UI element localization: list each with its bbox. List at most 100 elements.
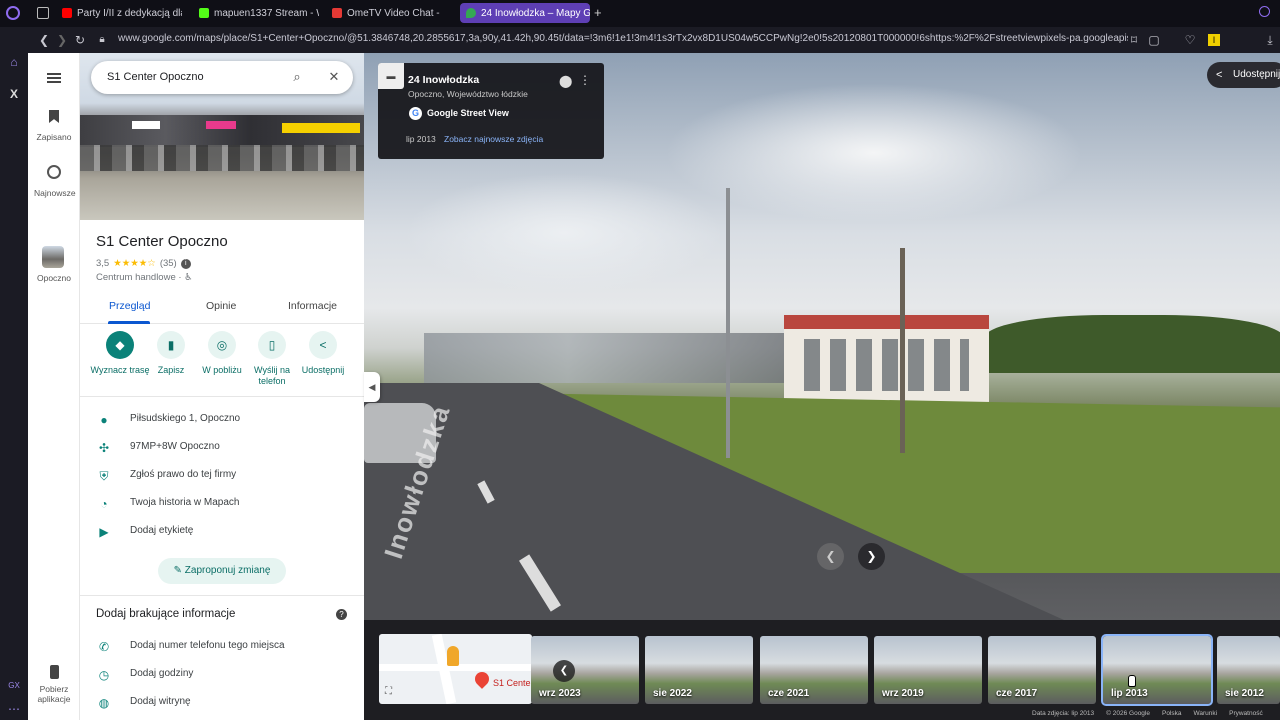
get-app-label[interactable]: Pobierz aplikacje xyxy=(28,684,80,704)
parked-cars xyxy=(80,145,364,171)
street-view-provider: Google Street View xyxy=(427,108,509,118)
history-thumbnail-selected[interactable]: lip 2013 xyxy=(1101,634,1213,706)
footer-terms[interactable]: Warunki xyxy=(1194,710,1218,720)
add-website-row[interactable]: ◍ Dodaj witrynę xyxy=(80,689,364,717)
forward-button[interactable]: ❯ xyxy=(54,32,70,48)
search-box[interactable]: S1 Center Opoczno ⌕ ✕ xyxy=(91,61,353,94)
extensions-icon[interactable]: GX xyxy=(7,679,21,693)
recent-place-label[interactable]: Opoczno xyxy=(28,273,80,283)
extension-icon[interactable]: l xyxy=(1208,34,1220,46)
new-tab-button[interactable]: + xyxy=(594,5,602,20)
snapshot-icon[interactable]: ▢ xyxy=(1146,32,1162,48)
suggest-edit-label: Zaproponuj zmianę xyxy=(184,565,271,576)
history-icon[interactable] xyxy=(47,165,61,179)
next-arrow-button[interactable]: ❯ xyxy=(858,543,885,570)
saved-bookmark-icon[interactable] xyxy=(49,110,59,123)
close-icon[interactable]: ✕ xyxy=(326,69,342,85)
add-label-row[interactable]: ▶ Dodaj etykietę xyxy=(80,518,364,546)
location-pin-icon[interactable]: ⬤ xyxy=(559,74,572,88)
previous-arrow-button[interactable]: ❮ xyxy=(817,543,844,570)
history-thumbnail[interactable]: wrz 2019 xyxy=(874,636,982,704)
tab-overview[interactable]: Przegląd xyxy=(109,300,150,312)
footer-country[interactable]: Polska xyxy=(1162,710,1182,720)
tab-reviews[interactable]: Opinie xyxy=(206,300,236,312)
bookmark-icon: ▮ xyxy=(157,331,185,359)
tab-info[interactable]: Informacje xyxy=(288,300,337,312)
help-icon[interactable]: ? xyxy=(336,609,347,620)
search-input[interactable]: S1 Center Opoczno xyxy=(107,71,204,83)
recent-place-thumbnail[interactable] xyxy=(42,246,64,268)
history-thumbnail[interactable]: cze 2017 xyxy=(988,636,1096,704)
pegman-icon[interactable] xyxy=(447,646,459,666)
history-thumbnail[interactable]: sie 2012 xyxy=(1217,636,1280,704)
plus-code-icon: ✣ xyxy=(98,441,110,455)
street-view-share-button[interactable]: < Udostępnij xyxy=(1207,62,1280,88)
opera-sidebar: ⌂ X GX ⋯ xyxy=(0,27,28,720)
download-icon[interactable]: ⤓ xyxy=(1262,32,1278,48)
tab-overview-icon[interactable] xyxy=(37,7,49,19)
utility-pole xyxy=(900,248,905,453)
more-icon[interactable]: ⋯ xyxy=(7,702,21,716)
pluscode-row[interactable]: ✣ 97MP+8W Opoczno xyxy=(80,434,364,462)
info-icon[interactable]: i xyxy=(180,258,191,269)
browser-tab-maps[interactable]: 24 Inowłodzka – Mapy Go xyxy=(460,3,590,23)
expand-icon[interactable]: ⛶ xyxy=(385,686,392,697)
distant-buildings xyxy=(424,333,784,383)
place-tabs: Przegląd Opinie Informacje xyxy=(80,294,364,324)
address-row[interactable]: ● Piłsudskiego 1, Opoczno xyxy=(80,406,364,434)
see-newest-photos-link[interactable]: Zobacz najnowsze zdjęcia xyxy=(444,134,543,144)
capture-date: lip 2013 xyxy=(406,134,436,144)
add-phone-row[interactable]: ✆ Dodaj numer telefonu tego miejsca xyxy=(80,633,364,661)
rating-row[interactable]: 3,5 ★★★★☆ (35) i xyxy=(96,258,191,269)
share-button[interactable]: < Udostępnij xyxy=(293,331,353,376)
share-icon: < xyxy=(309,331,337,359)
store-sign xyxy=(132,121,160,129)
clock-icon: ◷ xyxy=(98,668,110,682)
browser-tab-ometv[interactable]: OmeTV Video Chat - xyxy=(326,3,452,23)
more-options-icon[interactable]: ⋮ xyxy=(579,73,591,87)
reload-button[interactable]: ↻ xyxy=(72,32,88,48)
search-icon[interactable]: ⌕ xyxy=(289,69,305,85)
collapse-panel-button[interactable]: ◀ xyxy=(364,372,380,402)
history-thumbnail[interactable]: sie 2022 xyxy=(645,636,753,704)
add-hours-row[interactable]: ◷ Dodaj godziny xyxy=(80,661,364,689)
suggest-edit-button[interactable]: ✎ Zaproponuj zmianę xyxy=(158,558,286,584)
x-twitter-icon[interactable]: X xyxy=(7,87,21,101)
shield-icon: ⛨ xyxy=(99,469,109,483)
location-pin-icon: ● xyxy=(100,413,108,427)
history-thumbnail[interactable]: wrz 2023 xyxy=(531,636,639,704)
recent-label[interactable]: Najnowsze xyxy=(28,188,80,198)
scroll-thumbnails-left-button[interactable]: ❮ xyxy=(553,660,575,682)
heart-icon[interactable]: ♡ xyxy=(1182,32,1198,48)
footer-photo-date: Data zdjęcia: lip 2013 xyxy=(1032,710,1095,717)
review-count[interactable]: (35) xyxy=(160,258,177,269)
back-button[interactable]: ❮ xyxy=(36,32,52,48)
phone-icon[interactable] xyxy=(50,665,59,679)
youtube-icon xyxy=(62,8,72,18)
history-thumbnail[interactable]: cze 2021 xyxy=(760,636,868,704)
saved-label[interactable]: Zapisano xyxy=(28,132,80,142)
history-row[interactable]: ◔ Twoja historia w Mapach xyxy=(80,490,364,518)
history-icon: ◔ xyxy=(100,497,108,511)
minimap[interactable]: S1 Cente ⛶ xyxy=(379,634,532,704)
lock-icon: 🔒︎ xyxy=(99,34,105,45)
opera-logo-icon[interactable] xyxy=(6,6,20,20)
google-logo-icon: G xyxy=(409,107,422,120)
search-tabs-icon[interactable] xyxy=(1259,6,1270,17)
browser-tab-youtube[interactable]: Party I/II z dedykacją dla k xyxy=(56,3,182,23)
menu-icon[interactable] xyxy=(47,73,61,83)
minimap-toggle-icon[interactable]: ▬ xyxy=(378,63,404,89)
footer-privacy[interactable]: Prywatność xyxy=(1229,710,1263,720)
divider xyxy=(80,595,364,596)
globe-icon: ◍ xyxy=(98,696,110,710)
browser-tab-kick[interactable]: mapuen1337 Stream - Wa xyxy=(193,3,319,23)
aria-icon[interactable]: ⌂ xyxy=(7,55,21,69)
url-field[interactable]: www.google.com/maps/place/S1+Center+Opoc… xyxy=(118,33,1128,44)
bookmark-icon[interactable]: ⌑ xyxy=(1126,32,1142,48)
place-title: S1 Center Opoczno xyxy=(96,233,228,250)
place-category[interactable]: Centrum handlowe · ♿ xyxy=(96,272,193,283)
share-icon: < xyxy=(1216,69,1223,81)
kick-icon xyxy=(199,8,209,18)
claim-business-row[interactable]: ⛨ Zgłoś prawo do tej firmy xyxy=(80,462,364,490)
tab-label: Party I/II z dedykacją dla k xyxy=(77,7,182,19)
